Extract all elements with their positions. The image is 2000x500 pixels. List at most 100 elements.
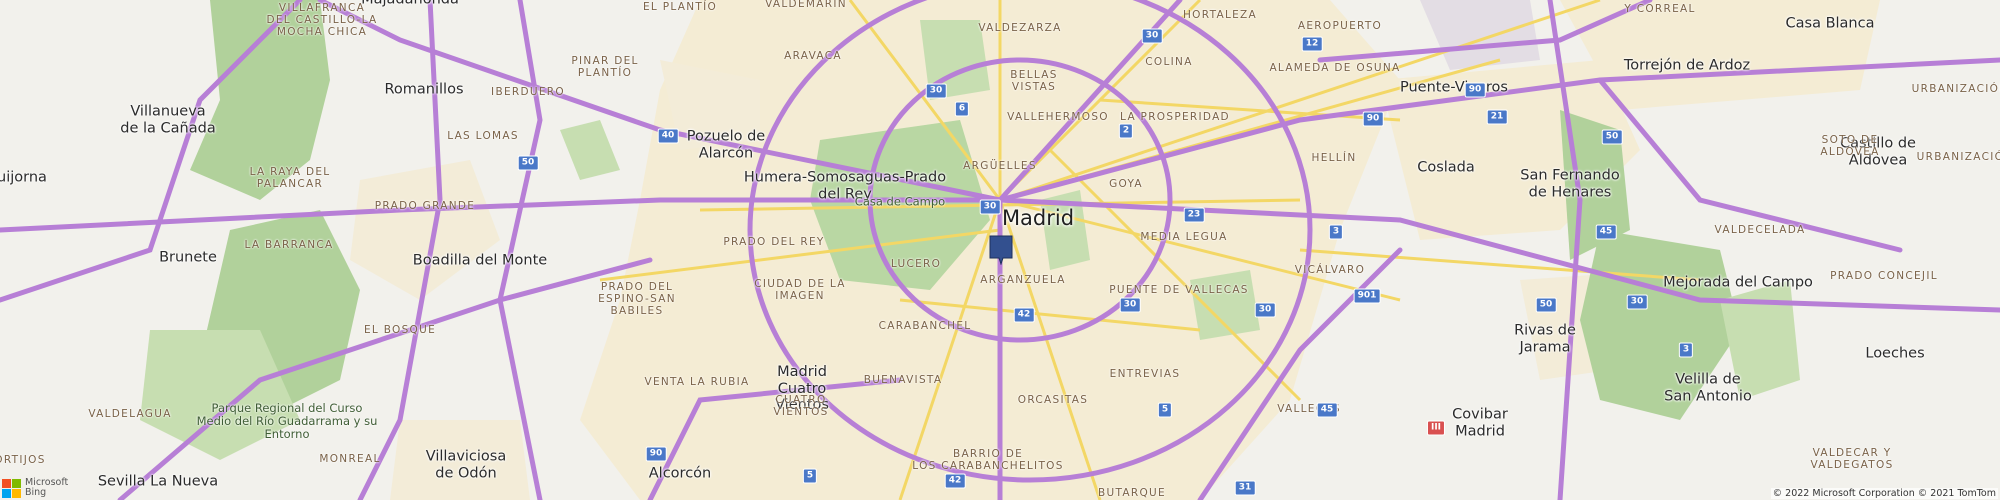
town-label: Boadilla del Monte [412, 252, 548, 269]
road-shield: 90 [1464, 82, 1486, 98]
logo-bing-text: Bing [25, 487, 47, 498]
road-shield: 45 [1595, 224, 1617, 240]
town-label: Casa Blanca [1785, 15, 1875, 32]
road-shield: 30 [1141, 28, 1163, 44]
district-label: Valdezarza [978, 21, 1062, 34]
district-label: La Raya del Palancar [249, 165, 331, 190]
district-label: El Bosque [363, 323, 437, 336]
district-label: Media Legua [1140, 230, 1228, 243]
district-label: Goya [1109, 177, 1143, 190]
town-label: Romanillos [384, 81, 464, 98]
town-label: uijorna [0, 169, 47, 186]
road-shield: 3 [1678, 342, 1694, 358]
district-label: Buenavista [863, 373, 943, 386]
road-shield: III [1426, 420, 1446, 436]
bing-logo[interactable]: Microsoft Bing [2, 478, 68, 498]
road-shield: 2 [1118, 123, 1134, 139]
district-label: Villafranca del Castillo-la Mocha Chica [266, 1, 378, 39]
district-label: Lucero [890, 257, 942, 270]
district-label: Urbanización [1916, 150, 2000, 163]
park-label: Casa de Campo [854, 194, 946, 209]
district-label: Alameda de Osuna [1269, 61, 1401, 74]
road-shield: 42 [944, 473, 966, 489]
road-shield: 90 [645, 446, 667, 462]
district-label: Valdecar y Valdegatos [1810, 446, 1894, 471]
district-label: Argüelles [963, 159, 1037, 172]
city-label-madrid: Madrid [1001, 205, 1075, 230]
town-label: Rivas de Jarama [1514, 322, 1576, 355]
district-label: Valdemarín [765, 0, 847, 10]
road-shield: 42 [1013, 307, 1035, 323]
district-label: Las Lomas [447, 129, 519, 142]
road-shield: 901 [1353, 288, 1381, 304]
district-label: Ortijos [0, 453, 46, 466]
district-label: Bellas Vistas [1010, 68, 1058, 93]
road-shield: 6 [954, 101, 970, 117]
district-label: Carabanchel [878, 319, 972, 332]
map-pin-icon[interactable] [989, 235, 1013, 266]
map-copyright: © 2022 Microsoft Corporation © 2021 TomT… [1770, 488, 1998, 499]
town-label: Villaviciosa de Odón [425, 448, 507, 481]
road-shield: 3 [1328, 224, 1344, 240]
road-shield: 30 [925, 83, 947, 99]
town-label: Villanueva de la Cañada [120, 103, 216, 136]
road-shield: 31 [1234, 480, 1256, 496]
map-viewport[interactable]: MajadahondaRomanillosVillanuevade la Cañ… [0, 0, 2000, 500]
district-label: Colina [1145, 55, 1193, 68]
road-shield: 90 [1362, 111, 1384, 127]
road-shield: 21 [1486, 109, 1508, 125]
district-label: Arganzuela [980, 273, 1066, 286]
district-label: Venta la Rubia [644, 375, 750, 388]
park-label: Parque Regional del Curso Medio del Río G… [196, 401, 378, 442]
town-label: Brunete [159, 249, 217, 266]
district-label: Valdelagua [88, 407, 172, 420]
town-label: Alcorcón [648, 465, 712, 482]
district-label: Pinar del Plantío [571, 54, 639, 79]
district-label: La Prosperidad [1120, 110, 1230, 123]
district-label: Soto de Aldovea [1820, 133, 1880, 158]
district-label: Prado del Espino-San Babiles [598, 280, 676, 318]
road-shield: 5 [802, 468, 818, 484]
town-label: Mejorada del Campo [1663, 274, 1813, 291]
district-label: La Barranca [244, 238, 334, 251]
district-label: Puente de Vallecas [1109, 283, 1249, 296]
town-label: Covibar Madrid [1452, 406, 1508, 439]
town-label: Coslada [1417, 159, 1475, 176]
district-label: Vallehermoso [1007, 110, 1109, 123]
district-label: Butarque [1098, 486, 1166, 499]
town-label: Loeches [1865, 345, 1925, 362]
district-label: y Correal [1624, 2, 1696, 15]
district-label: El Plantío [642, 0, 718, 13]
district-label: Hellín [1311, 151, 1357, 164]
road-shield: 12 [1301, 36, 1323, 52]
district-label: Prado Grande [374, 199, 476, 212]
road-shield: 23 [1183, 207, 1205, 223]
district-label: Ciudad de la Imagen [754, 277, 846, 302]
district-label: Hortaleza [1182, 8, 1258, 21]
road-shield: 50 [517, 155, 539, 171]
district-label: Iberduero [491, 85, 565, 98]
town-label: San Fernando de Henares [1520, 167, 1620, 200]
road-shield: 30 [979, 199, 1001, 215]
district-label: Aravaca [784, 49, 842, 62]
district-label: Urbanización [1911, 82, 2000, 95]
district-label: Cuatro Vientos [773, 393, 829, 418]
town-label: Puente-Viveros [1400, 79, 1508, 96]
district-label: Valdecelada [1714, 223, 1806, 236]
road-shield: 30 [1119, 297, 1141, 313]
district-label: Prado Concejil [1830, 269, 1938, 282]
district-label: Vicálvaro [1294, 263, 1366, 276]
town-label: Pozuelo de Alarcón [686, 128, 766, 161]
road-shield: 50 [1535, 297, 1557, 313]
road-shield: 5 [1157, 402, 1173, 418]
town-label: Sevilla La Nueva [97, 473, 219, 490]
road-shield: 30 [1254, 302, 1276, 318]
road-shield: 30 [1626, 294, 1648, 310]
district-label: Aeropuerto [1297, 19, 1383, 32]
road-shield: 50 [1601, 129, 1623, 145]
town-label: Velilla de San Antonio [1664, 371, 1752, 404]
district-label: Entrevias [1109, 367, 1181, 380]
microsoft-logo-icon [2, 478, 21, 498]
district-label: Prado del Rey [723, 235, 825, 248]
district-label: Monreal [319, 452, 381, 465]
